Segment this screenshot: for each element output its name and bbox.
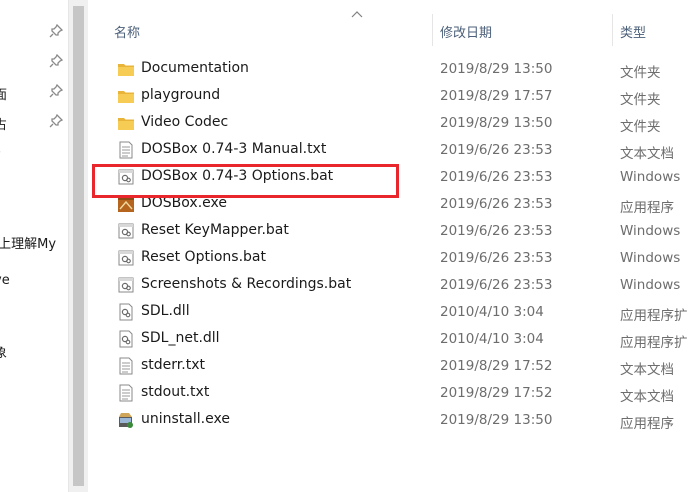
nav-scrollbar-thumb[interactable] xyxy=(73,6,84,486)
batch-file-icon xyxy=(118,250,134,266)
file-row[interactable]: playground 2019/8/29 17:57 文件夹 xyxy=(88,83,691,110)
file-name: stderr.txt xyxy=(141,357,205,373)
file-type: 文本文档 xyxy=(620,146,674,162)
navigation-pane: 面 占 s ,上理解My ve 象 xyxy=(0,0,68,492)
file-row[interactable]: SDL.dll 2010/4/10 3:04 应用程序扩 xyxy=(88,299,691,326)
file-type: 文件夹 xyxy=(620,92,661,108)
file-date: 2019/6/26 23:53 xyxy=(440,196,553,212)
file-row[interactable]: uninstall.exe 2019/8/29 13:50 应用程序 xyxy=(88,407,691,434)
file-type: Windows xyxy=(620,169,681,185)
text-file-icon xyxy=(119,384,133,402)
nav-scrollbar[interactable] xyxy=(68,0,88,492)
file-type: 应用程序扩 xyxy=(620,335,688,351)
nav-item[interactable]: 面 xyxy=(0,82,68,104)
file-name: Documentation xyxy=(141,60,249,76)
file-date: 2019/8/29 17:52 xyxy=(440,385,553,401)
file-row[interactable]: Documentation 2019/8/29 13:50 文件夹 xyxy=(88,56,691,83)
file-type: Windows xyxy=(620,250,681,266)
file-type: Windows xyxy=(620,223,681,239)
installer-icon xyxy=(119,413,133,428)
nav-item[interactable] xyxy=(0,22,68,44)
nav-item[interactable]: 象 xyxy=(0,340,68,362)
file-name: Video Codec xyxy=(141,114,229,130)
file-date: 2010/4/10 3:04 xyxy=(440,331,544,347)
file-row[interactable]: Reset Options.bat 2019/6/26 23:53 Window… xyxy=(88,245,691,272)
file-type: 应用程序 xyxy=(620,416,674,432)
file-date: 2019/6/26 23:53 xyxy=(440,250,553,266)
file-date: 2019/6/26 23:53 xyxy=(440,277,553,293)
file-type: 文本文档 xyxy=(620,362,674,378)
file-row[interactable]: DOSBox 0.74-3 Manual.txt 2019/6/26 23:53… xyxy=(88,137,691,164)
file-date: 2019/6/26 23:53 xyxy=(440,169,553,185)
file-type: 应用程序扩 xyxy=(620,308,688,324)
nav-item[interactable]: 占 xyxy=(0,112,68,134)
nav-item[interactable] xyxy=(0,52,68,74)
file-row[interactable]: Reset KeyMapper.bat 2019/6/26 23:53 Wind… xyxy=(88,218,691,245)
file-date: 2019/8/29 17:57 xyxy=(440,88,553,104)
file-name: Reset Options.bat xyxy=(141,249,266,265)
column-divider[interactable] xyxy=(612,14,613,46)
column-divider[interactable] xyxy=(432,14,433,46)
file-name: uninstall.exe xyxy=(141,411,230,427)
file-name: SDL_net.dll xyxy=(141,330,220,346)
file-row[interactable]: stderr.txt 2019/8/29 17:52 文本文档 xyxy=(88,353,691,380)
file-row[interactable]: stdout.txt 2019/8/29 17:52 文本文档 xyxy=(88,380,691,407)
file-name: Screenshots & Recordings.bat xyxy=(141,276,352,292)
file-name: DOSBox 0.74-3 Manual.txt xyxy=(141,141,327,157)
pin-icon xyxy=(49,24,63,38)
nav-item[interactable]: s xyxy=(0,141,68,163)
file-row[interactable]: SDL_net.dll 2010/4/10 3:04 应用程序扩 xyxy=(88,326,691,353)
column-header-name[interactable]: 名称 xyxy=(114,22,140,41)
file-name: stdout.txt xyxy=(141,384,210,400)
text-file-icon xyxy=(119,357,133,375)
file-name: SDL.dll xyxy=(141,303,190,319)
nav-item[interactable]: ve xyxy=(0,271,68,293)
batch-file-icon xyxy=(118,277,134,293)
column-header-type[interactable]: 类型 xyxy=(620,22,646,41)
text-file-icon xyxy=(119,141,133,159)
column-header-date[interactable]: 修改日期 xyxy=(440,22,492,41)
file-date: 2019/8/29 13:50 xyxy=(440,115,553,131)
pin-icon xyxy=(49,114,63,128)
file-type: 文件夹 xyxy=(620,65,661,81)
file-name: playground xyxy=(141,87,221,103)
file-type: 文本文档 xyxy=(620,389,674,405)
file-type: Windows xyxy=(620,277,681,293)
file-name: Reset KeyMapper.bat xyxy=(141,222,289,238)
folder-icon xyxy=(118,64,134,76)
sort-ascending-icon xyxy=(351,11,363,18)
file-date: 2019/6/26 23:53 xyxy=(440,142,553,158)
pin-icon xyxy=(49,84,63,98)
folder-icon xyxy=(118,118,134,130)
folder-icon xyxy=(118,91,134,103)
batch-file-icon xyxy=(118,223,134,239)
file-type: 应用程序 xyxy=(620,200,674,216)
file-type: 文件夹 xyxy=(620,119,661,135)
file-row[interactable]: Screenshots & Recordings.bat 2019/6/26 2… xyxy=(88,272,691,299)
dll-file-icon xyxy=(119,330,133,348)
column-header-bar: 名称 修改日期 类型 xyxy=(88,0,691,46)
file-date: 2010/4/10 3:04 xyxy=(440,304,544,320)
file-date: 2019/6/26 23:53 xyxy=(440,223,553,239)
pin-icon xyxy=(49,54,63,68)
highlight-box xyxy=(92,164,399,198)
file-date: 2019/8/29 13:50 xyxy=(440,61,553,77)
nav-item[interactable]: ,上理解My xyxy=(0,231,68,253)
file-row[interactable]: Video Codec 2019/8/29 13:50 文件夹 xyxy=(88,110,691,137)
file-date: 2019/8/29 13:50 xyxy=(440,412,553,428)
file-date: 2019/8/29 17:52 xyxy=(440,358,553,374)
dll-file-icon xyxy=(119,303,133,321)
